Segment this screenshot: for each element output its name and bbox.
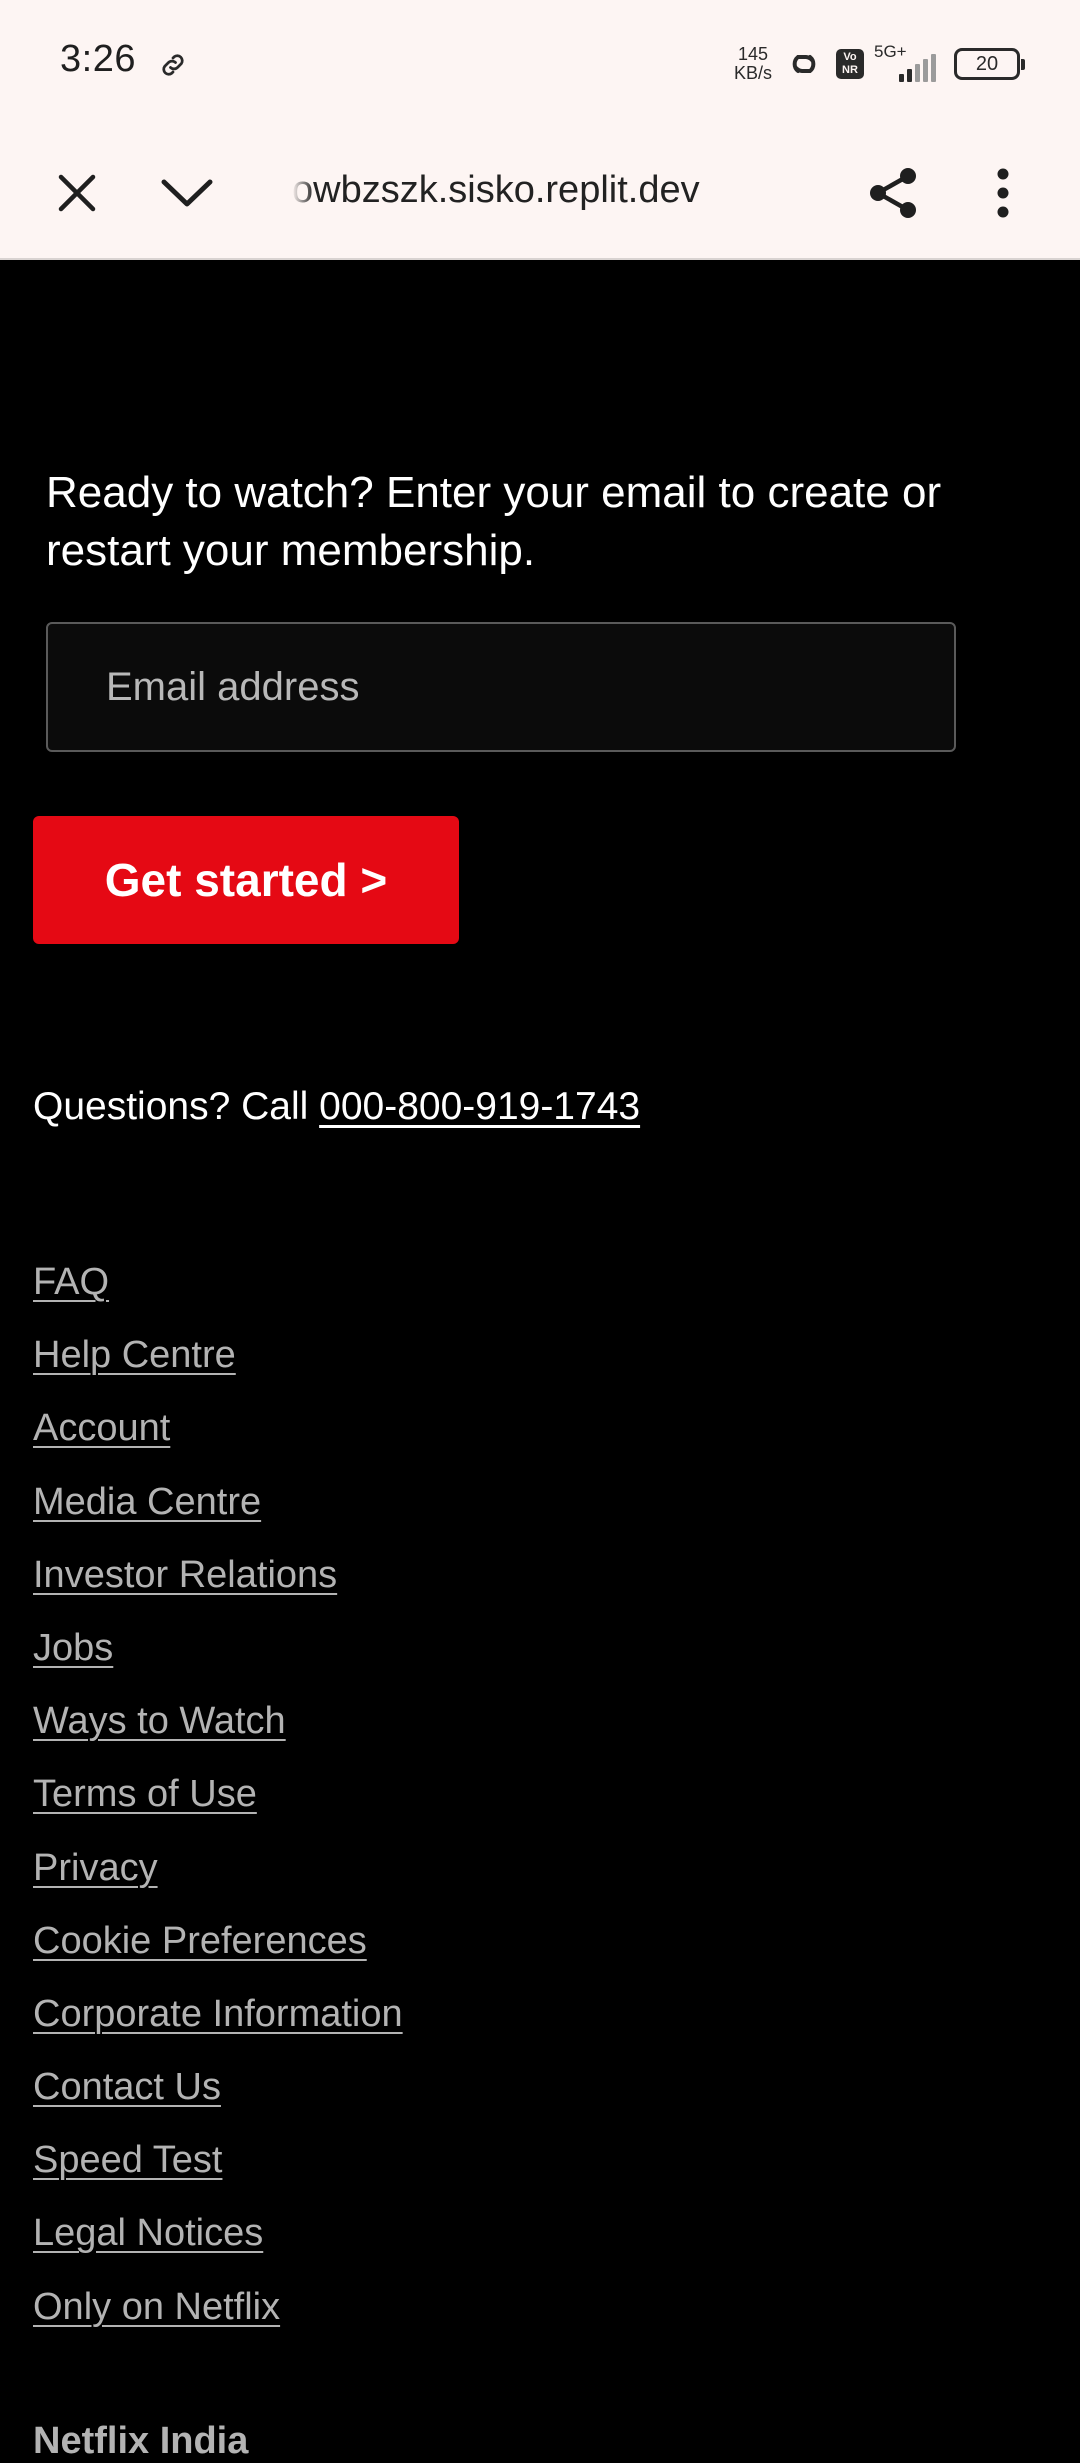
footer-link-contact-us[interactable]: Contact Us xyxy=(33,2066,221,2108)
footer-link-privacy[interactable]: Privacy xyxy=(33,1847,158,1889)
status-indicators: 145 KB/s Vo NR 5G+ 20 xyxy=(734,36,1025,92)
footer-link-ways-to-watch[interactable]: Ways to Watch xyxy=(33,1700,286,1742)
footer-link-item: Contact Us xyxy=(33,2057,403,2130)
footer-link-account[interactable]: Account xyxy=(33,1407,170,1449)
share-button[interactable] xyxy=(858,158,928,228)
footer-link-item: Investor Relations xyxy=(33,1545,403,1618)
footer-links: FAQ Help Centre Account Media Centre Inv… xyxy=(33,1252,403,2350)
get-started-button[interactable]: Get started > xyxy=(33,816,459,944)
footer-link-help-centre[interactable]: Help Centre xyxy=(33,1334,236,1376)
volte-top-label: Vo xyxy=(843,51,857,63)
footer-link-item: Corporate Information xyxy=(33,1984,403,2057)
browser-toolbar: owbzszk.sisko.replit.dev xyxy=(0,118,1080,260)
signal-bars xyxy=(899,54,936,82)
close-icon xyxy=(58,174,96,212)
footer-link-item: Privacy xyxy=(33,1838,403,1911)
volte-icon: Vo NR xyxy=(836,49,864,79)
footer-link-item: Speed Test xyxy=(33,2130,403,2203)
network-speed-value: 145 xyxy=(737,44,769,64)
footer-link-item: Only on Netflix xyxy=(33,2277,403,2350)
questions-label: Questions? Call xyxy=(33,1085,320,1128)
footer-link-legal-notices[interactable]: Legal Notices xyxy=(33,2212,263,2254)
signup-prompt: Ready to watch? Enter your email to crea… xyxy=(46,468,942,575)
footer-link-item: Media Centre xyxy=(33,1472,403,1545)
more-options-button[interactable] xyxy=(968,158,1038,228)
footer-link-terms-of-use[interactable]: Terms of Use xyxy=(33,1773,257,1815)
link-icon xyxy=(158,50,188,80)
email-input[interactable] xyxy=(46,622,956,752)
country-label: Netflix India xyxy=(33,2420,249,2462)
footer-link-investor-relations[interactable]: Investor Relations xyxy=(33,1554,337,1596)
footer-link-item: Help Centre xyxy=(33,1325,403,1398)
signal-icon: 5G+ xyxy=(874,42,936,84)
battery-icon: 20 xyxy=(954,48,1025,80)
share-icon xyxy=(870,168,916,218)
footer-link-only-on-netflix[interactable]: Only on Netflix xyxy=(33,2286,280,2328)
footer-link-item: Legal Notices xyxy=(33,2203,403,2276)
battery-level: 20 xyxy=(975,53,999,75)
chevron-down-icon xyxy=(161,179,213,207)
footer-link-item: FAQ xyxy=(33,1252,403,1325)
url-bar[interactable]: owbzszk.sisko.replit.dev xyxy=(292,160,712,220)
footer-link-faq[interactable]: FAQ xyxy=(33,1261,109,1303)
footer-link-item: Jobs xyxy=(33,1618,403,1691)
footer-link-item: Cookie Preferences xyxy=(33,1911,403,1984)
footer-link-corporate-information[interactable]: Corporate Information xyxy=(33,1993,403,2035)
footer-link-item: Ways to Watch xyxy=(33,1691,403,1764)
footer-link-speed-test[interactable]: Speed Test xyxy=(33,2139,222,2181)
close-button[interactable] xyxy=(42,158,112,228)
footer-link-item: Terms of Use xyxy=(33,1764,403,1837)
footer-link-media-centre[interactable]: Media Centre xyxy=(33,1481,261,1523)
footer-link-jobs[interactable]: Jobs xyxy=(33,1627,113,1669)
status-bar: 3:26 145 KB/s Vo NR 5G+ 20 xyxy=(0,0,1080,118)
hotspot-icon xyxy=(782,47,826,81)
footer-link-cookie-preferences[interactable]: Cookie Preferences xyxy=(33,1920,367,1962)
footer-link-item: Account xyxy=(33,1398,403,1471)
network-speed-unit: KB/s xyxy=(733,63,772,83)
more-vert-icon xyxy=(997,168,1009,218)
contact-line: Questions? Call 000-800-919-1743 xyxy=(33,1080,640,1134)
status-time: 3:26 xyxy=(60,38,136,80)
phone-link[interactable]: 000-800-919-1743 xyxy=(319,1085,640,1128)
network-speed: 145 KB/s xyxy=(734,45,772,83)
collapse-button[interactable] xyxy=(152,158,222,228)
volte-bottom-label: NR xyxy=(842,64,858,76)
